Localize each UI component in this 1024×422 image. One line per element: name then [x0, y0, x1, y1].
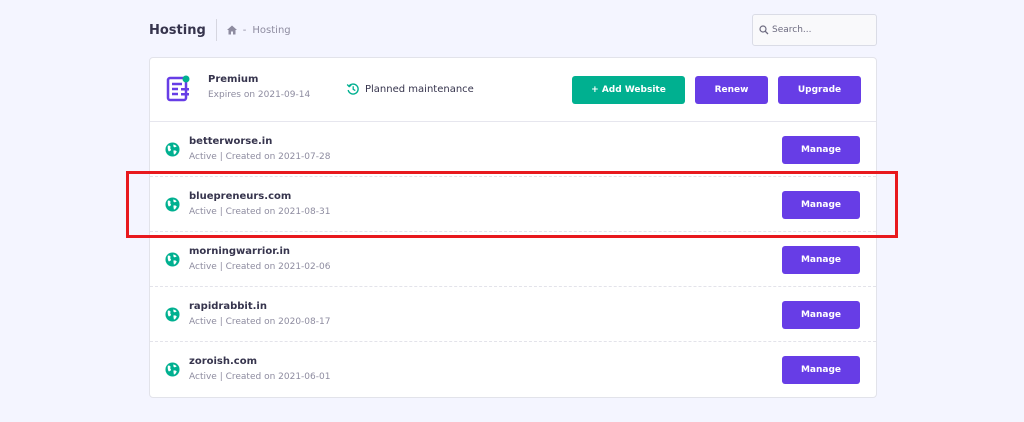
- home-icon[interactable]: [226, 24, 238, 36]
- website-status: Active | Created on 2021-02-06: [189, 262, 331, 272]
- website-row: rapidrabbit.in Active | Created on 2020-…: [150, 287, 876, 342]
- search-box[interactable]: [752, 14, 877, 46]
- globe-icon: [165, 142, 180, 157]
- plan-row: Premium Expires on 2021-09-14 Planned ma…: [150, 58, 876, 122]
- search-icon: [759, 25, 769, 35]
- website-info: zoroish.com Active | Created on 2021-06-…: [189, 356, 330, 382]
- breadcrumb-current: Hosting: [252, 24, 291, 36]
- breadcrumb-separator: -: [242, 24, 247, 36]
- website-info: bluepreneurs.com Active | Created on 202…: [189, 191, 330, 217]
- globe-icon: [165, 362, 180, 377]
- maintenance-label: Planned maintenance: [365, 83, 474, 95]
- website-row: zoroish.com Active | Created on 2021-06-…: [150, 342, 876, 397]
- search-input[interactable]: [772, 25, 872, 35]
- website-row: morningwarrior.in Active | Created on 20…: [150, 232, 876, 287]
- website-row: betterworse.in Active | Created on 2021-…: [150, 122, 876, 177]
- manage-button[interactable]: Manage: [782, 191, 860, 219]
- history-icon: [346, 82, 360, 96]
- manage-button[interactable]: Manage: [782, 356, 860, 384]
- add-website-button[interactable]: + Add Website: [572, 76, 685, 104]
- hosting-card: Premium Expires on 2021-09-14 Planned ma…: [149, 57, 877, 398]
- breadcrumb-divider: [215, 19, 217, 41]
- server-icon: [166, 75, 192, 103]
- planned-maintenance-link[interactable]: Planned maintenance: [346, 82, 474, 96]
- website-info: rapidrabbit.in Active | Created on 2020-…: [189, 301, 330, 327]
- website-status: Active | Created on 2021-06-01: [189, 372, 331, 382]
- website-domain[interactable]: morningwarrior.in: [189, 246, 330, 257]
- globe-icon: [165, 197, 180, 212]
- page-title: Hosting: [149, 22, 206, 38]
- globe-icon: [165, 252, 180, 267]
- manage-button[interactable]: Manage: [782, 136, 860, 164]
- website-domain[interactable]: rapidrabbit.in: [189, 301, 330, 312]
- website-status: Active | Created on 2021-08-31: [189, 207, 331, 217]
- website-status: Active | Created on 2020-08-17: [189, 317, 331, 327]
- plan-info: Premium Expires on 2021-09-14: [208, 74, 310, 100]
- website-row: bluepreneurs.com Active | Created on 202…: [150, 177, 876, 232]
- website-info: morningwarrior.in Active | Created on 20…: [189, 246, 330, 272]
- plan-name: Premium: [208, 74, 259, 85]
- website-domain[interactable]: zoroish.com: [189, 356, 330, 367]
- globe-icon: [165, 307, 180, 322]
- page-header: Hosting - Hosting: [149, 14, 877, 46]
- breadcrumb: - Hosting: [226, 24, 291, 36]
- manage-button[interactable]: Manage: [782, 246, 860, 274]
- plan-expiry: Expires on 2021-09-14: [208, 90, 311, 100]
- website-domain[interactable]: bluepreneurs.com: [189, 191, 330, 202]
- manage-button[interactable]: Manage: [782, 301, 860, 329]
- website-info: betterworse.in Active | Created on 2021-…: [189, 136, 330, 162]
- website-status: Active | Created on 2021-07-28: [189, 152, 331, 162]
- website-domain[interactable]: betterworse.in: [189, 136, 330, 147]
- renew-button[interactable]: Renew: [695, 76, 768, 104]
- upgrade-button[interactable]: Upgrade: [778, 76, 861, 104]
